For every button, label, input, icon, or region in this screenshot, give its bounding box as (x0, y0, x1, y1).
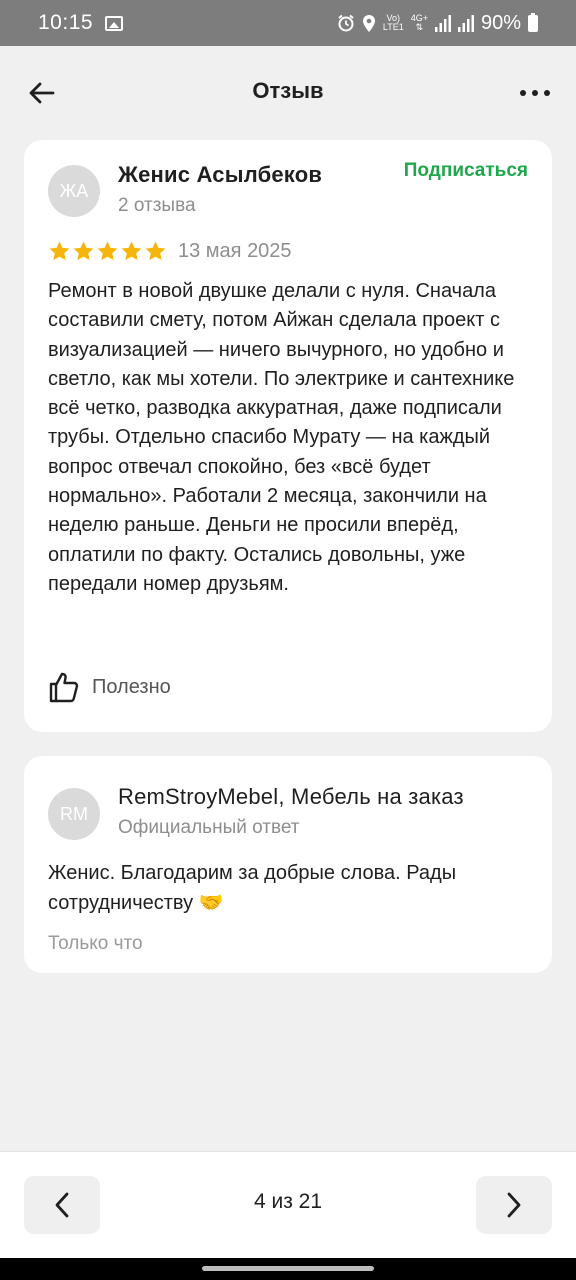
star-icon (49, 241, 70, 261)
helpful-button[interactable]: Полезно (48, 671, 171, 703)
reply-text: Женис. Благодарим за добрые слова. Рады … (48, 862, 457, 914)
review-card: ЖА Женис Асылбеков 2 отзыва Подписаться … (24, 140, 552, 732)
alarm-icon (338, 14, 354, 32)
arrow-left-icon (29, 82, 55, 104)
review-text: Ремонт в новой двушке делали с нуля. Сна… (48, 280, 515, 595)
star-icon (73, 241, 94, 261)
home-indicator[interactable] (202, 1266, 374, 1271)
bottom-pagination-bar: 4 из 21 (0, 1151, 576, 1258)
gallery-icon (105, 15, 124, 31)
signal-icon (434, 14, 451, 32)
review-author-name[interactable]: Женис Асылбеков (118, 162, 322, 188)
star-icon (121, 241, 142, 261)
dot-icon (532, 90, 538, 96)
next-review-button[interactable] (476, 1176, 552, 1234)
thumbs-up-icon (49, 672, 79, 703)
company-name[interactable]: RemStroyMebel, Мебель на заказ (118, 784, 464, 810)
dot-icon (520, 90, 526, 96)
battery-icon (528, 12, 538, 32)
status-bar: 10:15 Vo) LTE1 4G+ ⇅ 90% (0, 0, 576, 46)
page-title: Отзыв (252, 78, 324, 103)
helpful-label: Полезно (92, 675, 171, 698)
chevron-right-icon (507, 1192, 521, 1218)
location-icon (362, 14, 375, 32)
reply-time: Только что (48, 933, 143, 954)
signal-icon (457, 14, 474, 32)
review-count: 2 отзыва (118, 195, 196, 216)
official-reply-label: Официальный ответ (118, 817, 300, 838)
status-time: 10:15 (38, 11, 94, 34)
app-header: Отзыв (0, 46, 576, 138)
avatar[interactable]: ЖА (48, 165, 100, 217)
reply-card: RM RemStroyMebel, Мебель на заказ Официа… (24, 756, 552, 973)
star-icon (97, 241, 118, 261)
more-options-button[interactable] (520, 80, 550, 106)
volte-icon: Vo) LTE1 (382, 13, 404, 32)
4g-icon: 4G+ ⇅ (410, 13, 428, 32)
back-button[interactable] (26, 77, 58, 109)
dot-icon (544, 90, 550, 96)
company-avatar[interactable]: RM (48, 788, 100, 840)
subscribe-button[interactable]: Подписаться (404, 160, 528, 182)
battery-percent: 90% (480, 11, 521, 34)
review-date: 13 мая 2025 (178, 240, 292, 262)
rating-row: 13 мая 2025 (48, 240, 292, 263)
star-icon (145, 241, 166, 261)
star-rating (48, 240, 167, 263)
system-gesture-bar (0, 1258, 576, 1280)
